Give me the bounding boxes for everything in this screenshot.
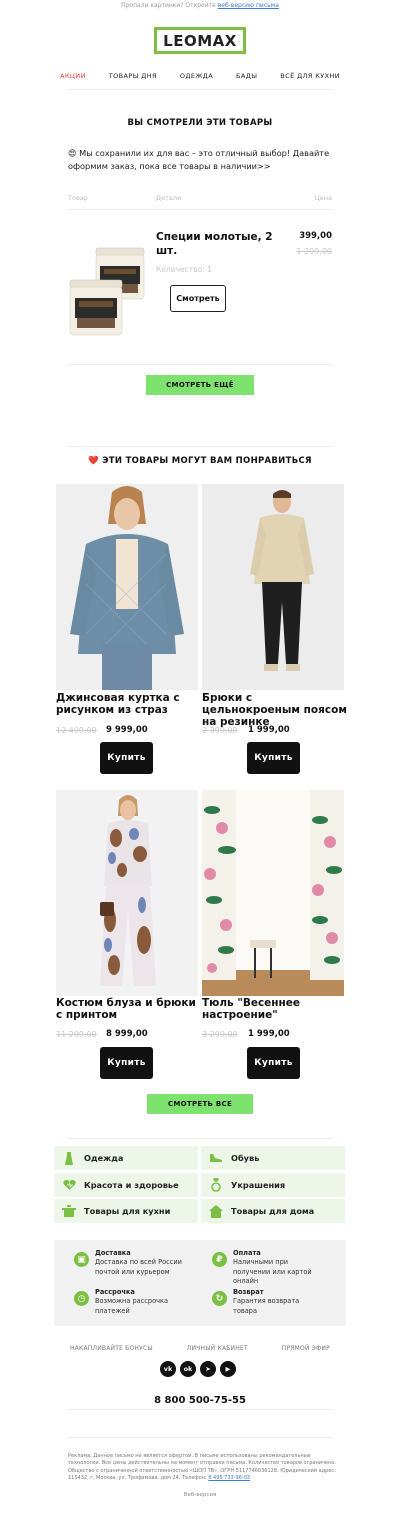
info-title: Возврат [233, 1288, 264, 1296]
nav-item-clothes[interactable]: ОДЕЖДА [180, 72, 213, 80]
info-delivery: ▣ Доставка Доставка по всей России почтой… [74, 1248, 185, 1277]
footer-phone[interactable]: 8 800 500-75-55 [0, 1395, 400, 1406]
info-text: Наличными при получении или картой онлай… [233, 1258, 312, 1285]
logo[interactable]: LEOMAX [154, 27, 246, 54]
product-price: 8 999,00 [106, 1029, 148, 1039]
dress-icon [62, 1151, 76, 1165]
info-title: Оплата [233, 1249, 261, 1257]
product-quantity: Количество: 1 [156, 265, 212, 274]
info-return: ↻ Возврат Гарантия возврата товара [212, 1287, 323, 1316]
ring-icon [209, 1178, 223, 1192]
col-price: Цена [314, 194, 332, 202]
divider [68, 89, 332, 90]
ruble-icon: ₽ [212, 1252, 227, 1267]
product-image-denim-jacket[interactable] [56, 484, 198, 690]
shoe-icon [209, 1151, 223, 1165]
product-name[interactable]: Специи молотые, 2 шт. [156, 230, 276, 258]
box-icon: ▣ [74, 1252, 89, 1267]
view-product-button[interactable]: Смотреть [170, 285, 226, 312]
info-text: Возможна рассрочка платежей [95, 1297, 169, 1315]
footer-link-account[interactable]: ЛИЧНЫЙ КАБИНЕТ [187, 1345, 248, 1352]
product-image-curtains[interactable] [202, 790, 344, 996]
footer-link-live[interactable]: ПРЯМОЙ ЭФИР [282, 1345, 330, 1352]
product-name[interactable]: Джинсовая куртка с рисунком из страз [56, 692, 202, 716]
category-beauty[interactable]: Красота и здоровье [54, 1173, 198, 1197]
vk-icon[interactable]: vk [160, 1361, 176, 1377]
pot-icon [62, 1204, 76, 1218]
category-home[interactable]: Товары для дома [201, 1199, 345, 1223]
web-version-link[interactable]: веб-версию письма [218, 2, 279, 9]
product-old-price: 3 299,00 [202, 1030, 238, 1039]
category-clothes[interactable]: Одежда [54, 1146, 198, 1170]
divider [68, 364, 332, 365]
buy-button[interactable]: Купить [100, 742, 153, 774]
ok-icon[interactable]: ok [180, 1361, 196, 1377]
col-product: Товар [68, 194, 88, 202]
buy-button[interactable]: Купить [247, 742, 300, 774]
preheader: Пропали картинки? Откройте веб-версию пи… [0, 2, 400, 9]
category-label: Товары для кухни [84, 1206, 171, 1216]
viewed-intro: 😍 Мы сохранили их для вас – это отличный… [68, 148, 330, 171]
category-jewelry[interactable]: Украшения [201, 1173, 345, 1197]
col-details: Детали [156, 194, 182, 202]
nav-item-supplements[interactable]: БАДЫ [236, 72, 257, 80]
see-more-button[interactable]: СМОТРЕТЬ ЕЩЁ [146, 375, 254, 395]
category-label: Украшения [231, 1180, 286, 1190]
product-image-spices[interactable] [68, 244, 148, 339]
category-label: Обувь [231, 1153, 260, 1163]
viewed-title: ВЫ СМОТРЕЛИ ЭТИ ТОВАРЫ [127, 118, 273, 128]
product-price: 399,00 [299, 231, 332, 241]
footer-links: НАКАПЛИВАЙТЕ БОНУСЫ ЛИЧНЫЙ КАБИНЕТ ПРЯМО… [70, 1345, 330, 1352]
divider [68, 1138, 332, 1139]
house-icon [209, 1204, 223, 1218]
return-icon: ↻ [212, 1291, 227, 1306]
category-kitchen[interactable]: Товары для кухни [54, 1199, 198, 1223]
info-title: Рассрочка [95, 1288, 135, 1296]
product-price: 1 999,00 [248, 725, 290, 735]
info-block: ▣ Доставка Доставка по всей России почтой… [54, 1240, 346, 1326]
divider [68, 209, 332, 210]
category-label: Одежда [84, 1153, 124, 1163]
product-image-trousers[interactable] [202, 484, 344, 690]
footer-link-bonuses[interactable]: НАКАПЛИВАЙТЕ БОНУСЫ [70, 1345, 153, 1352]
buy-button[interactable]: Купить [247, 1047, 300, 1079]
preheader-text: Пропали картинки? Откройте [121, 2, 216, 9]
divider [68, 446, 332, 447]
product-price: 9 999,00 [106, 725, 148, 735]
telegram-icon[interactable]: ➤ [200, 1361, 216, 1377]
heart-health-icon [62, 1178, 76, 1192]
product-price: 1 999,00 [248, 1029, 290, 1039]
product-old-price: 12 499,00 [56, 726, 97, 735]
category-shoes[interactable]: Обувь [201, 1146, 345, 1170]
youtube-icon[interactable]: ▶ [220, 1361, 236, 1377]
product-image-suit[interactable] [56, 790, 198, 996]
clock-icon: ◷ [74, 1291, 89, 1306]
info-text: Гарантия возврата товара [233, 1297, 300, 1315]
info-payment: ₽ Оплата Наличными при получении или карт… [212, 1248, 323, 1287]
social-links: vk ok ➤ ▶ [160, 1361, 236, 1377]
nav-item-sales[interactable]: АКЦИИ [60, 72, 86, 80]
legal-phone-link[interactable]: 8 495 733-96-03 [208, 1475, 250, 1481]
see-all-button[interactable]: СМОТРЕТЬ ВСЕ [147, 1094, 253, 1114]
category-label: Товары для дома [231, 1206, 315, 1216]
nav-item-deals[interactable]: ТОВАРЫ ДНЯ [109, 72, 157, 80]
info-installment: ◷ Рассрочка Возможна рассрочка платежей [74, 1287, 185, 1316]
nav-item-kitchen[interactable]: ВСЁ ДЛЯ КУХНИ [280, 72, 340, 80]
info-title: Доставка [95, 1249, 131, 1257]
recommend-title: ❤️ ЭТИ ТОВАРЫ МОГУТ ВАМ ПОНРАВИТЬСЯ [88, 456, 312, 466]
divider [68, 1409, 332, 1410]
product-name[interactable]: Брюки с цельнокроеным поясом на резинке [202, 692, 348, 728]
product-name[interactable]: Тюль "Весеннее настроение" [202, 997, 348, 1021]
buy-button[interactable]: Купить [100, 1047, 153, 1079]
main-nav: АКЦИИ ТОВАРЫ ДНЯ ОДЕЖДА БАДЫ ВСЁ ДЛЯ КУХ… [60, 72, 340, 80]
info-text: Доставка по всей России почтой или курье… [95, 1258, 182, 1276]
product-name[interactable]: Костюм блуза и брюки с принтом [56, 997, 202, 1021]
product-old-price: 11 299,00 [56, 1030, 97, 1039]
web-version-footer-link[interactable]: Веб-версия [0, 1492, 400, 1498]
product-old-price: 1 299,00 [296, 247, 332, 256]
product-old-price: 2 399,00 [202, 726, 238, 735]
legal-text: Реклама. Данное письмо не является оферт… [68, 1453, 336, 1483]
divider [68, 1437, 332, 1438]
category-label: Красота и здоровье [84, 1180, 179, 1190]
